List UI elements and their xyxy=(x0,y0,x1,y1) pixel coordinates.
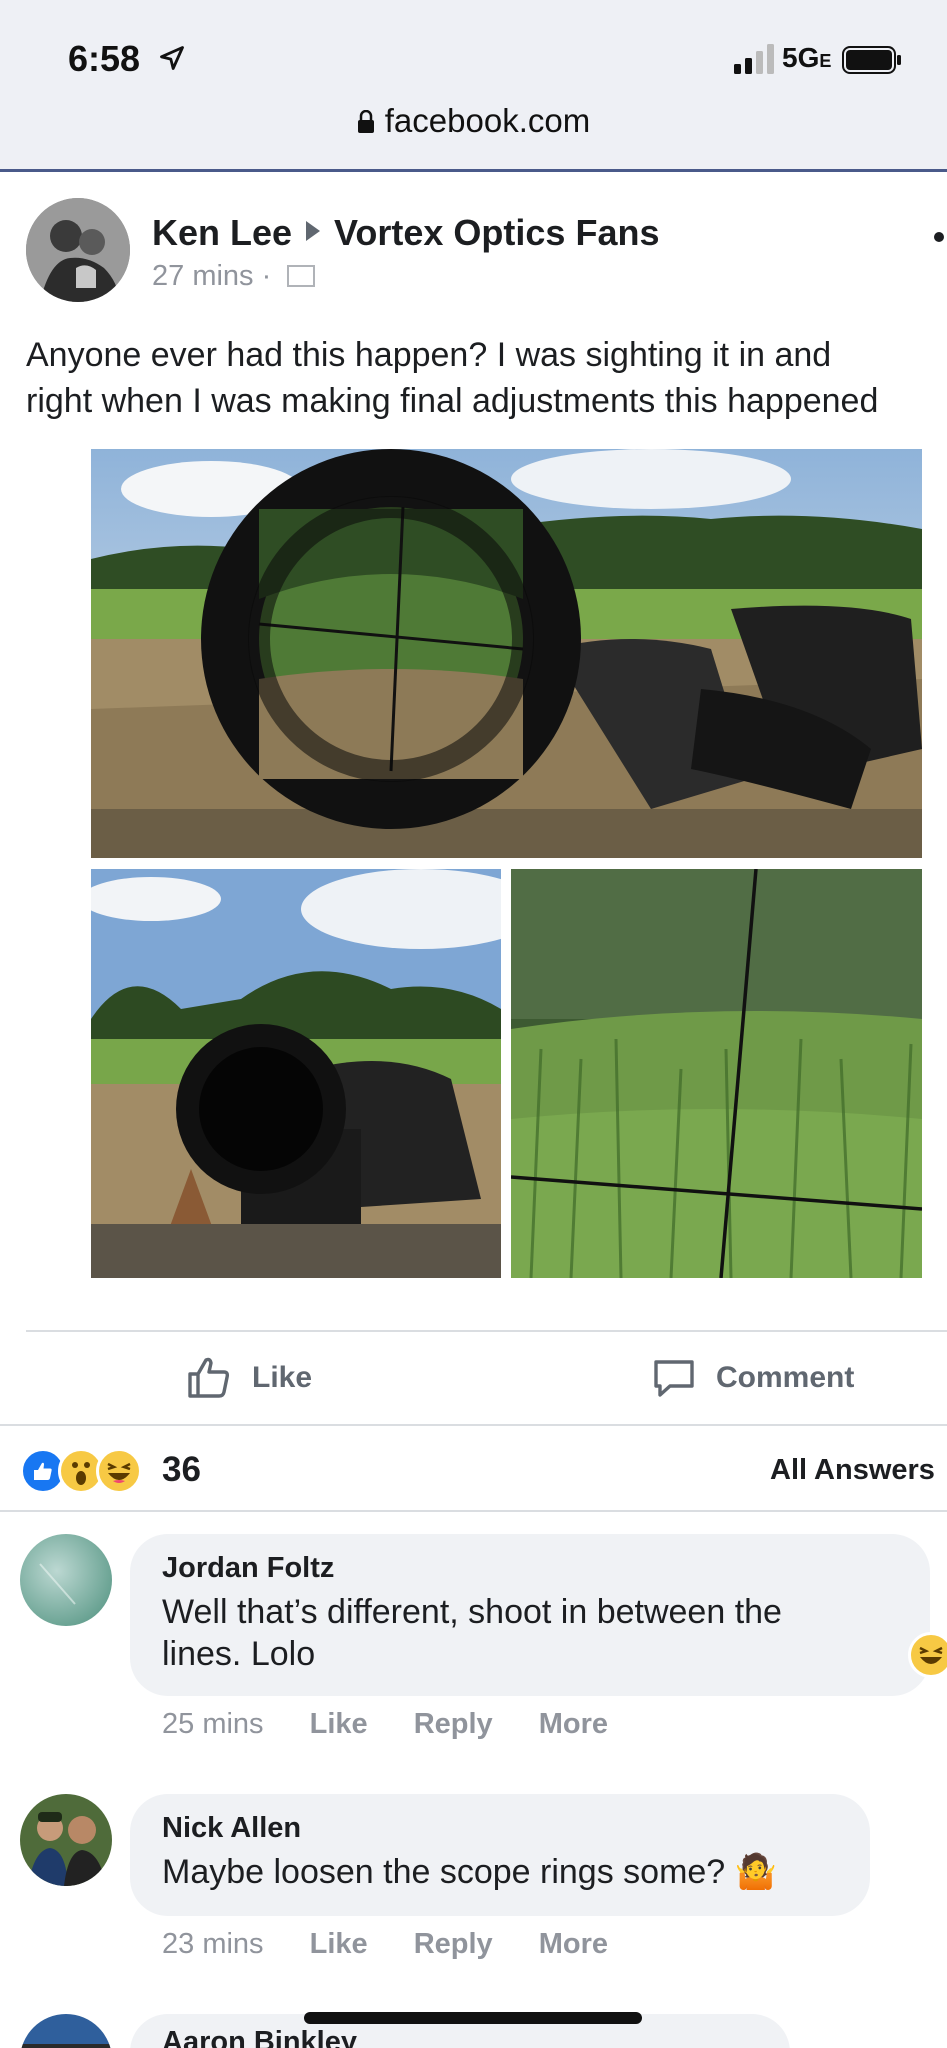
comment-bubble[interactable]: Jordan Foltz Well that’s different, shoo… xyxy=(130,1534,930,1696)
post-text: Anyone ever had this happen? I was sight… xyxy=(26,332,947,424)
author-name[interactable]: Ken Lee xyxy=(152,212,292,253)
commenter-name[interactable]: Aaron Binkley xyxy=(162,2026,758,2048)
commenter-avatar[interactable] xyxy=(20,1794,112,1886)
comment-reply-link[interactable]: Reply xyxy=(414,1708,493,1740)
signal-strength-icon xyxy=(734,44,774,74)
comment-bubble-icon xyxy=(654,1360,694,1397)
group-name[interactable]: Vortex Optics Fans xyxy=(334,212,659,253)
group-privacy-icon xyxy=(287,265,316,287)
comment-label: Comment xyxy=(716,1361,855,1394)
post-divider xyxy=(26,1330,947,1332)
commenter-name[interactable]: Nick Allen xyxy=(162,1812,838,1845)
thumbs-up-icon xyxy=(188,1357,230,1398)
haha-reaction-icon xyxy=(96,1448,142,1494)
comment-reply-link[interactable]: Reply xyxy=(414,1928,493,1960)
post-text-line: right when I was making final adjustment… xyxy=(26,382,879,420)
address-bar[interactable]: facebook.com xyxy=(0,102,947,140)
meta-separator: · xyxy=(261,260,272,292)
comment-text-line: Well that’s different, shoot in between … xyxy=(162,1593,782,1631)
crosshair-view-photo[interactable] xyxy=(511,869,922,1278)
network-type: 5GE xyxy=(782,42,832,73)
more-options-icon[interactable] xyxy=(934,232,944,242)
home-indicator[interactable] xyxy=(304,2012,642,2024)
action-divider xyxy=(0,1424,947,1426)
post-timestamp[interactable]: 27 mins xyxy=(152,260,254,292)
comment-more-link[interactable]: More xyxy=(539,1708,608,1740)
comment-like-link[interactable]: Like xyxy=(310,1928,368,1960)
reaction-icons[interactable] xyxy=(20,1448,142,1494)
url-text: facebook.com xyxy=(384,102,591,139)
haha-reaction-icon[interactable] xyxy=(908,1632,947,1678)
like-label: Like xyxy=(252,1361,313,1394)
comment-text-line: lines. Lolo xyxy=(162,1635,316,1673)
commenter-avatar[interactable] xyxy=(20,1534,112,1626)
comment-text: Maybe loosen the scope rings some? 🤷 xyxy=(162,1853,777,1891)
commenter-name[interactable]: Jordan Foltz xyxy=(162,1552,898,1585)
location-arrow-icon xyxy=(160,46,184,70)
all-answers-filter[interactable]: All Answers xyxy=(770,1454,935,1487)
commenter-avatar[interactable] xyxy=(20,2014,112,2048)
scope-rifle-photo[interactable] xyxy=(91,869,501,1278)
comment-meta: 25 mins Like Reply More xyxy=(162,1708,646,1741)
comment-bubble[interactable]: Nick Allen Maybe loosen the scope rings … xyxy=(130,1794,870,1916)
post-text-line: Anyone ever had this happen? I was sight… xyxy=(26,336,832,374)
comment-button[interactable]: Comment xyxy=(650,1348,854,1408)
battery-icon xyxy=(842,46,901,74)
like-button[interactable]: Like xyxy=(186,1348,312,1408)
comment-meta: 23 mins Like Reply More xyxy=(162,1928,646,1961)
arrow-right-icon xyxy=(306,221,321,241)
comment-time[interactable]: 23 mins xyxy=(162,1928,264,1960)
post-author-line: Ken Lee Vortex Optics Fans xyxy=(152,212,659,254)
comment-text: Well that’s different, shoot in between … xyxy=(162,1591,898,1675)
browser-top-bar: 6:58 5GE facebook.com xyxy=(0,0,947,172)
post-meta: 27 mins · xyxy=(152,260,316,293)
comment-time[interactable]: 25 mins xyxy=(162,1708,264,1740)
reaction-count[interactable]: 36 xyxy=(162,1450,201,1490)
lock-icon xyxy=(357,110,374,133)
scope-eyepiece-photo[interactable] xyxy=(91,449,922,858)
author-avatar[interactable] xyxy=(26,198,130,302)
status-time: 6:58 xyxy=(68,38,141,79)
comment-more-link[interactable]: More xyxy=(539,1928,608,1960)
comment-like-link[interactable]: Like xyxy=(310,1708,368,1740)
reactions-divider xyxy=(0,1510,947,1512)
